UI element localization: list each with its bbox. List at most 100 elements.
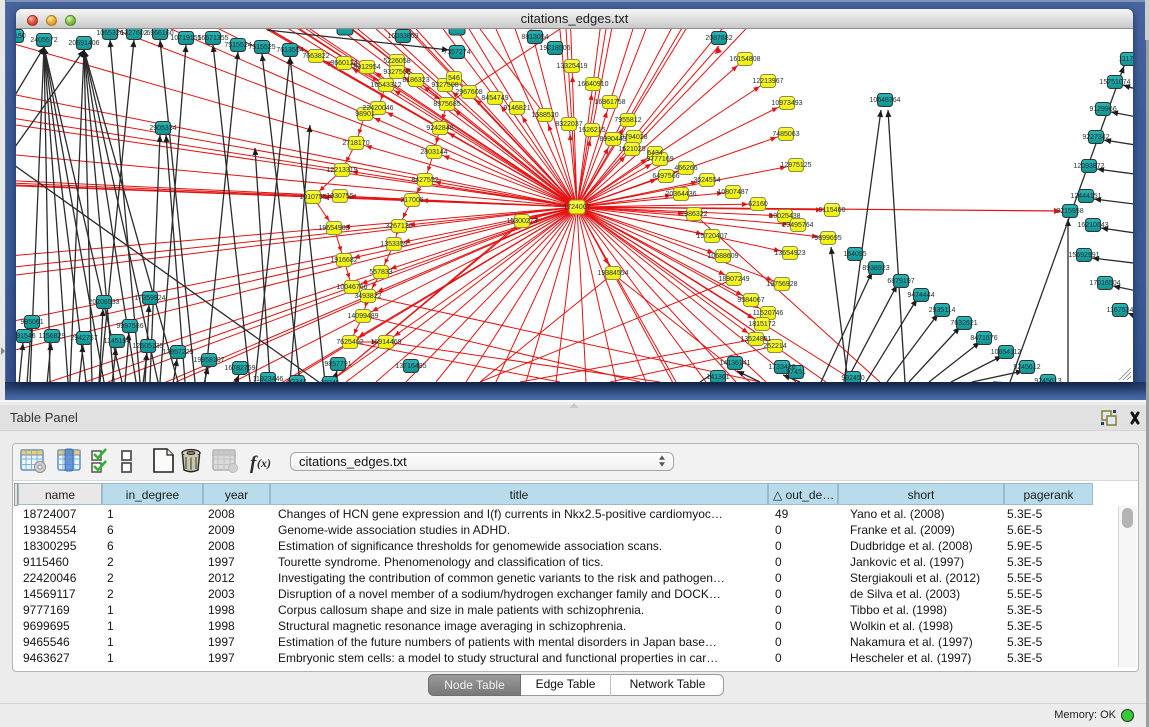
svg-text:9245613: 9245613 [1034,378,1061,382]
svg-text:2405572: 2405572 [30,37,57,44]
svg-text:16543312: 16543312 [370,82,401,89]
svg-text:7515525: 7515525 [248,44,275,51]
svg-text:14136141: 14136141 [719,360,750,367]
svg-text:217005: 217005 [400,197,423,204]
svg-text:15300273: 15300273 [506,218,537,225]
svg-text:(x): (x) [257,456,271,470]
svg-text:8471676: 8471676 [970,335,997,342]
svg-text:16671355: 16671355 [197,35,228,42]
svg-text:7632621: 7632621 [950,320,977,327]
svg-text:16154808: 16154808 [729,56,760,63]
svg-text:9384067: 9384067 [737,297,764,304]
svg-text:1167534: 1167534 [1107,307,1133,314]
svg-text:15751074: 15751074 [1099,79,1130,86]
svg-text:7986322: 7986322 [680,211,707,218]
svg-text:14099489: 14099489 [347,313,378,320]
svg-text:2935114: 2935114 [929,307,956,314]
svg-text:9777169: 9777169 [646,156,673,163]
svg-text:12975125: 12975125 [780,162,811,169]
svg-text:3215958: 3215958 [1056,208,1083,215]
svg-text:5226058: 5226058 [383,58,410,65]
svg-text:98901: 98901 [355,111,375,118]
svg-text:252214: 252214 [763,343,786,350]
svg-text:546: 546 [448,75,460,82]
svg-text:2803144: 2803144 [420,149,447,156]
svg-text:9327506: 9327506 [383,69,410,76]
svg-text:12505135: 12505135 [132,343,163,350]
svg-text:7357274: 7357274 [443,49,470,56]
svg-text:10688609: 10688609 [707,253,738,260]
svg-text:9474444: 9474444 [907,292,934,299]
svg-text:13654923: 13654923 [774,250,805,257]
svg-text:16914469: 16914469 [370,339,401,346]
svg-text:9997586: 9997586 [116,323,143,330]
svg-text:1156829: 1156829 [39,333,66,340]
svg-text:20206533: 20206533 [88,299,119,306]
svg-text:2942757: 2942757 [70,335,97,342]
svg-text:1588520: 1588520 [531,112,558,119]
svg-text:7625402: 7625402 [336,339,363,346]
svg-text:8375685: 8375685 [433,101,460,108]
svg-text:11173: 11173 [1119,56,1133,63]
svg-text:20364436: 20364436 [665,191,696,198]
svg-text:7613554: 7613554 [276,47,303,54]
svg-text:62160: 62160 [748,201,768,208]
svg-text:10648764: 10648764 [869,97,900,104]
svg-text:97451: 97451 [786,369,806,376]
svg-text:2967608: 2967608 [455,89,482,96]
svg-text:1010755: 1010755 [299,194,326,201]
svg-text:17359924: 17359924 [134,295,165,302]
svg-text:9146821: 9146821 [503,105,530,112]
svg-text:16640910: 16640910 [577,81,608,88]
svg-text:1621025: 1621025 [618,146,645,153]
svg-text:12213967: 12213967 [752,78,783,85]
svg-text:992450: 992450 [841,375,864,382]
svg-text:23495764: 23495764 [782,222,813,229]
svg-text:1930755: 1930755 [326,193,353,200]
svg-text:10973493: 10973493 [771,100,802,107]
svg-text:8938923: 8938923 [862,265,889,272]
svg-text:13524851: 13524851 [740,336,771,343]
svg-text:9129966: 9129966 [1089,106,1116,113]
svg-text:1815172: 1815172 [748,321,775,328]
svg-text:466266: 466266 [674,165,697,172]
svg-text:2718170: 2718170 [342,140,369,147]
svg-text:2905334: 2905334 [149,125,176,132]
svg-text:9242848: 9242848 [426,125,453,132]
svg-text:1626215: 1626215 [578,127,605,134]
svg-text:9327508: 9327508 [431,82,458,89]
svg-text:141361: 141361 [706,374,729,381]
svg-text:12093872: 12093872 [1073,163,1104,170]
svg-text:6497566: 6497566 [652,173,679,180]
svg-text:10807487: 10807487 [717,189,748,196]
svg-text:13325419: 13325419 [556,63,587,70]
svg-text:1145194: 1145194 [104,338,131,345]
svg-text:9794028: 9794028 [620,134,647,141]
svg-text:13716485: 13716485 [395,363,426,370]
svg-text:164095: 164095 [843,251,866,258]
svg-text:17016504: 17016504 [1089,280,1120,287]
svg-text:10025438: 10025438 [769,213,800,220]
svg-text:9857791: 9857791 [324,361,351,368]
svg-text:3267130: 3267130 [385,223,412,230]
svg-text:20691406: 20691406 [68,40,99,47]
svg-text:8813054: 8813054 [521,34,548,41]
svg-text:12444151: 12444151 [1070,193,1101,200]
svg-text:10046766: 10046766 [336,284,367,291]
svg-text:8186323: 8186323 [402,77,429,84]
svg-text:12213319: 12213319 [326,167,357,174]
svg-text:1327602: 1327602 [120,30,147,37]
svg-text:9227342: 9227342 [1082,134,1109,141]
svg-text:16961758: 16961758 [594,99,625,106]
svg-text:3493822: 3493822 [354,293,381,300]
svg-text:99150: 99150 [16,33,26,40]
svg-text:18907249: 18907249 [718,276,749,283]
svg-text:995061: 995061 [20,319,43,326]
svg-text:19654983: 19654983 [318,225,349,232]
svg-text:16782759: 16782759 [224,365,255,372]
svg-text:9245612: 9245612 [1013,364,1040,371]
svg-text:11520746: 11520746 [753,310,784,317]
svg-text:19218506: 19218506 [539,45,570,52]
svg-text:991546: 991546 [16,333,36,340]
svg-text:15692991: 15692991 [1068,252,1099,259]
